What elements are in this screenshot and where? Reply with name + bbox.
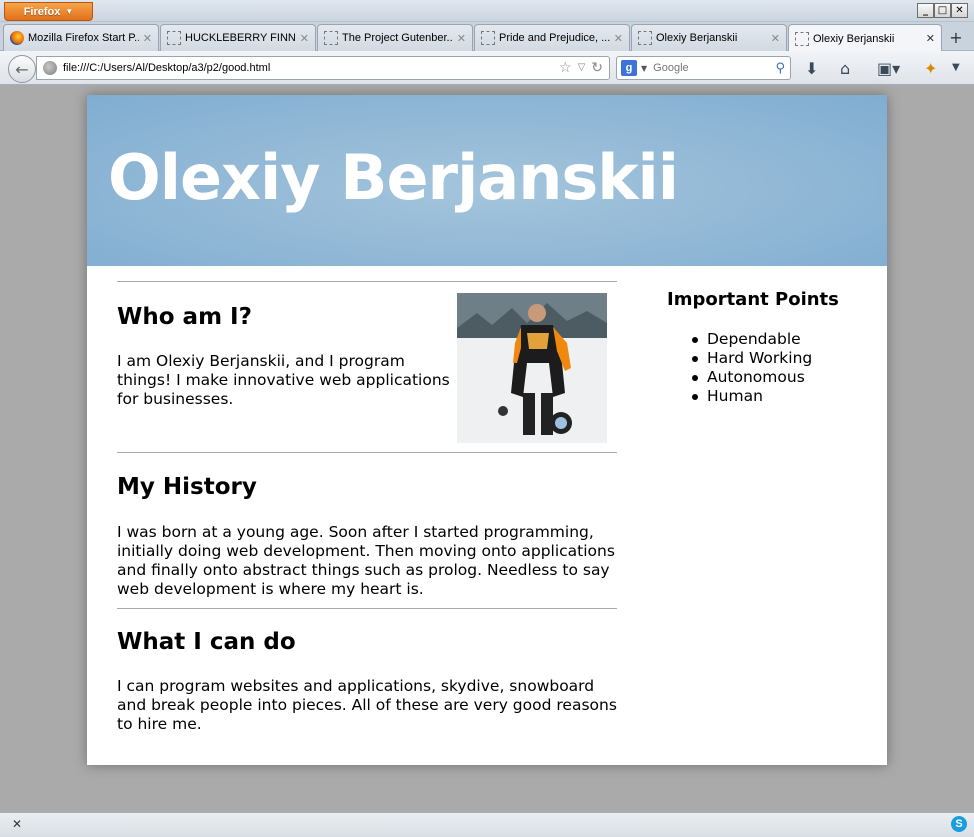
section-who-am-i: Who am I? I am Olexiy Berjanskii, and I …	[117, 281, 617, 452]
section-body: I can program websites and applications,…	[117, 677, 617, 733]
list-item: Autonomous	[692, 368, 867, 387]
firefox-menu-label: Firefox	[23, 5, 61, 18]
main-content: Who am I? I am Olexiy Berjanskii, and I …	[117, 281, 617, 768]
section-heading: My History	[117, 474, 257, 500]
addon-icon[interactable]: ✦	[924, 59, 937, 78]
tab-close-icon[interactable]: ✕	[457, 32, 466, 45]
firefox-menu-button[interactable]: Firefox ▼	[4, 2, 93, 21]
tab-huckleberry-finn[interactable]: HUCKLEBERRY FINN, ... ✕	[160, 24, 316, 51]
download-icon[interactable]: ⬇	[805, 59, 818, 78]
tab-label: The Project Gutenber...	[342, 32, 453, 44]
close-window-button[interactable]: ✕	[951, 3, 968, 18]
reload-icon[interactable]: ↻	[591, 60, 603, 76]
tab-firefox-start[interactable]: Mozilla Firefox Start P... ✕	[3, 24, 159, 51]
profile-photo	[457, 293, 607, 443]
section-body: I was born at a young age. Soon after I …	[117, 523, 615, 598]
window-titlebar: Firefox ▼ _ □ ✕	[0, 0, 974, 22]
globe-icon	[43, 61, 57, 75]
section-what-i-can-do: What I can do I can program websites and…	[117, 608, 617, 768]
status-bar: ✕ S	[0, 812, 974, 837]
new-tab-button[interactable]: +	[943, 26, 969, 48]
blank-page-icon	[324, 31, 338, 45]
bookmarks-menu-icon[interactable]: ▣▾	[877, 59, 900, 78]
page-container: Olexiy Berjanskii Who am I? I am Olexiy …	[87, 95, 887, 765]
section-my-history: My History I was born at a young age. So…	[117, 452, 617, 608]
tab-close-icon[interactable]: ✕	[300, 32, 309, 45]
back-button[interactable]: ←	[8, 55, 36, 83]
blank-page-icon	[795, 31, 809, 46]
toolbar-overflow-icon[interactable]: ▼	[952, 62, 960, 73]
blank-page-icon	[638, 31, 652, 45]
url-bar[interactable]: file:///C:/Users/Al/Desktop/a3/p2/good.h…	[36, 56, 610, 80]
bookmark-star-icon[interactable]: ☆	[559, 60, 572, 76]
history-dropdown-icon[interactable]: ▽	[578, 60, 586, 76]
tab-label: Pride and Prejudice, ...	[499, 32, 610, 44]
addon-bar-close-icon[interactable]: ✕	[12, 817, 22, 831]
search-engine-dropdown-icon[interactable]: ▼	[641, 64, 647, 73]
list-item: Dependable	[692, 330, 867, 349]
page-header: Olexiy Berjanskii	[87, 95, 887, 266]
tab-label: HUCKLEBERRY FINN, ...	[185, 32, 296, 44]
firefox-icon	[10, 31, 24, 45]
maximize-button[interactable]: □	[934, 3, 951, 18]
section-heading: What I can do	[117, 629, 296, 655]
tab-close-icon[interactable]: ✕	[143, 32, 152, 45]
navigation-toolbar: ← file:///C:/Users/Al/Desktop/a3/p2/good…	[0, 51, 974, 85]
search-bar[interactable]: g ▼ Google ⚲	[616, 56, 791, 80]
url-text[interactable]: file:///C:/Users/Al/Desktop/a3/p2/good.h…	[63, 62, 559, 74]
tab-label: Olexiy Berjanskii	[656, 32, 738, 44]
section-heading: Who am I?	[117, 304, 252, 330]
tab-close-icon[interactable]: ✕	[926, 32, 935, 45]
tab-pride-and-prejudice[interactable]: Pride and Prejudice, ... ✕	[474, 24, 630, 51]
important-points-list: Dependable Hard Working Autonomous Human	[667, 330, 867, 406]
google-icon[interactable]: g	[621, 60, 637, 76]
list-item: Hard Working	[692, 349, 867, 368]
tab-label: Mozilla Firefox Start P...	[28, 32, 139, 44]
search-input[interactable]: Google	[653, 62, 775, 74]
tab-close-icon[interactable]: ✕	[771, 32, 780, 45]
skype-icon[interactable]: S	[951, 816, 967, 832]
sidebar-heading: Important Points	[667, 289, 839, 310]
blank-page-icon	[481, 31, 495, 45]
search-icon[interactable]: ⚲	[775, 61, 790, 76]
tab-olexiy-berjanskii-active[interactable]: Olexiy Berjanskii ✕	[788, 24, 942, 52]
tab-label: Olexiy Berjanskii	[813, 32, 895, 45]
tab-olexiy-berjanskii-1[interactable]: Olexiy Berjanskii ✕	[631, 24, 787, 51]
blank-page-icon	[167, 31, 181, 45]
tab-strip: Mozilla Firefox Start P... ✕ HUCKLEBERRY…	[0, 22, 974, 52]
section-body: I am Olexiy Berjanskii, and I program th…	[117, 352, 450, 408]
minimize-button[interactable]: _	[917, 3, 934, 18]
page-viewport: Olexiy Berjanskii Who am I? I am Olexiy …	[0, 86, 974, 812]
list-item: Human	[692, 387, 867, 406]
dropdown-caret-icon: ▼	[65, 7, 74, 16]
important-points-sidebar: Important Points Dependable Hard Working…	[667, 289, 867, 406]
page-title: Olexiy Berjanskii	[108, 141, 679, 214]
back-arrow-icon: ←	[15, 59, 29, 79]
tab-project-gutenberg[interactable]: The Project Gutenber... ✕	[317, 24, 473, 51]
tab-close-icon[interactable]: ✕	[614, 32, 623, 45]
home-icon[interactable]: ⌂	[840, 59, 850, 78]
